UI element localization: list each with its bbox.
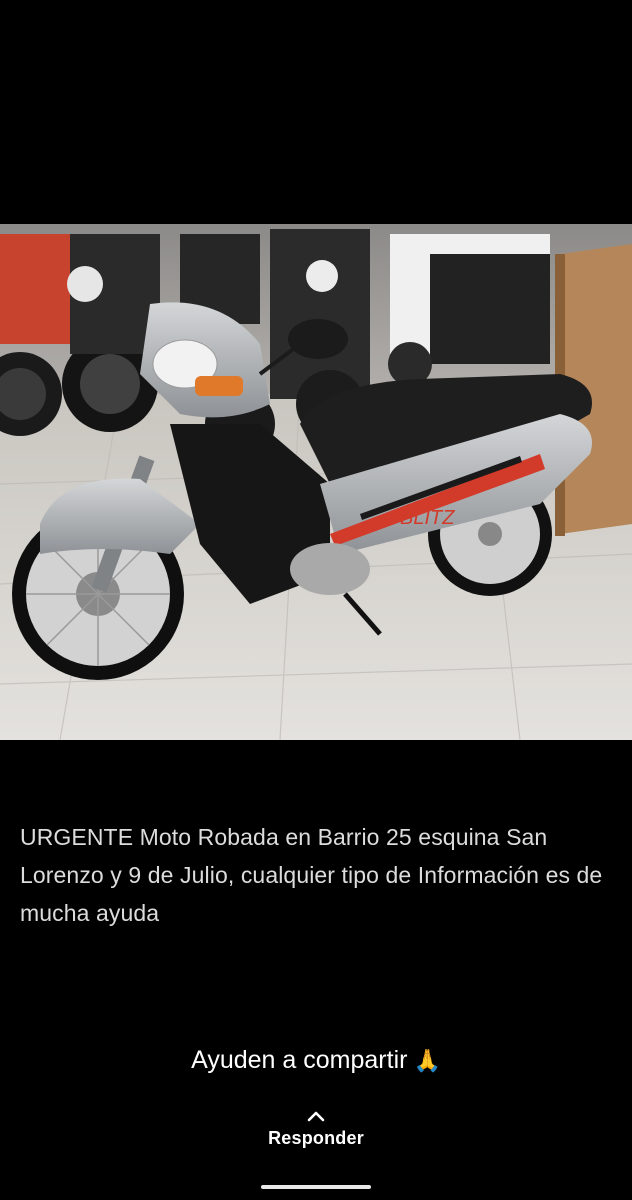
post-caption: URGENTE Moto Robada en Barrio 25 esquina… <box>20 824 603 926</box>
reply-label: Responder <box>268 1128 364 1148</box>
story-screen: BLITZ URGENTE Moto Robada en Barrio 25 e… <box>0 0 632 1200</box>
share-text: Ayuden a compartir <box>191 1046 408 1074</box>
reply-button[interactable]: Responder <box>0 1108 632 1149</box>
praying-hands-icon: 🙏 <box>413 1048 441 1073</box>
photo-badge-text: BLITZ <box>400 507 455 529</box>
motorcycle-photo: BLITZ <box>0 224 632 740</box>
home-indicator[interactable] <box>261 1185 371 1189</box>
chevron-up-icon <box>307 1111 325 1122</box>
share-message: Ayuden a compartir 🙏 <box>0 1040 632 1081</box>
